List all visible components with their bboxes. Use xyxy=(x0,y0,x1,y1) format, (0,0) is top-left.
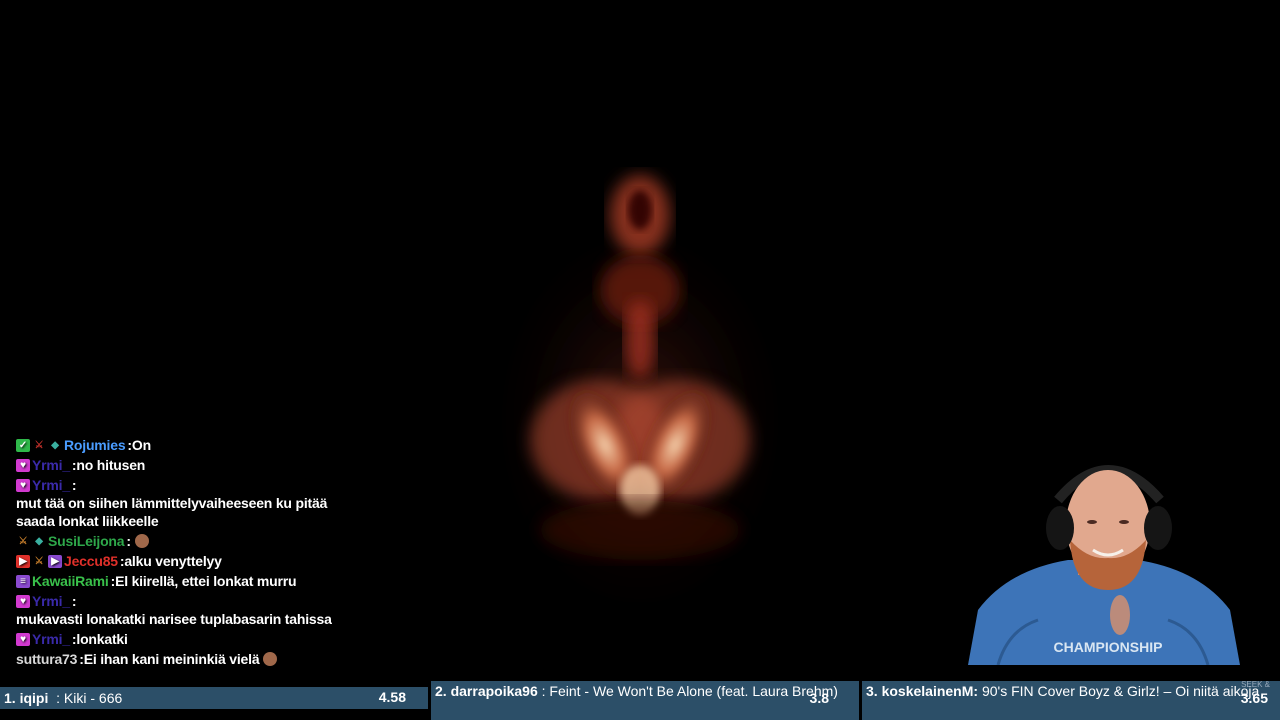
heart-badge-icon: ♥ xyxy=(16,478,30,492)
chat-message: ♥ Yrmi_: mut tää on siihen lämmittelyvaih… xyxy=(16,476,356,530)
chat-text: alku venyttelyy xyxy=(124,553,222,569)
wolf-badge-icon: ⚔ xyxy=(34,555,44,567)
emote-icon xyxy=(263,652,278,666)
chat-message: suttura73: Ei ihan kani meininkiä vielä xyxy=(16,650,356,668)
heart-badge-icon: ♥ xyxy=(16,594,30,608)
wolf-badge-icon: ⚔ xyxy=(18,535,28,547)
chat-message: ▶ ⚔ ▶ Jeccu85: alku venyttelyy xyxy=(16,552,356,570)
chat-username[interactable]: Yrmi_ xyxy=(32,630,70,648)
chat-message: ♥ Yrmi_: lonkatki xyxy=(16,630,356,648)
chat-separator: : xyxy=(71,477,77,493)
chat-username[interactable]: Jeccu85 xyxy=(64,552,118,570)
chat-badges: ♥ xyxy=(16,594,30,608)
chat-separator: : xyxy=(71,593,77,609)
chat-username[interactable]: Yrmi_ xyxy=(32,456,70,474)
chat-text: On xyxy=(131,437,151,453)
sword-badge-icon: ⚔ xyxy=(34,439,44,451)
chat-badges: ✓ ⚔ ◆ xyxy=(16,438,62,452)
queue-rank: 1. xyxy=(4,690,16,706)
chat-message: ♥ Yrmi_: no hitusen xyxy=(16,456,356,474)
queue-song: Feint - We Won't Be Alone (feat. Laura B… xyxy=(549,683,838,699)
video-badge-icon: ▶ xyxy=(16,554,30,568)
chat-overlay: ✓ ⚔ ◆ Rojumies: On ♥ Yrmi_: no hitusen ♥ Yrmi_:… xyxy=(16,436,356,670)
chat-username[interactable]: SusiLeijona xyxy=(48,532,125,550)
chat-separator: : xyxy=(126,533,131,549)
queue-song: 90's FIN Cover Boyz & Girlz! – Oi niitä … xyxy=(981,683,1260,699)
queue-user: iqipi xyxy=(19,690,49,706)
queue-user: darrapoika96 xyxy=(450,683,538,699)
queue-rank: 3. xyxy=(866,683,878,699)
queue-item-1[interactable]: 1. iqipi : Kiki - 666 4.58 xyxy=(0,687,428,709)
chat-badges: ⚔ ◆ xyxy=(16,535,46,548)
chat-message: ♥ Yrmi_: mukavasti lonakatki narisee tupl… xyxy=(16,592,356,628)
chat-text: mut tää on siihen lämmittelyvaiheeseen k… xyxy=(16,495,328,529)
chat-badges: ♥ xyxy=(16,632,30,646)
chat-username[interactable]: Yrmi_ xyxy=(32,476,70,494)
chat-text: Ei ihan kani meininkiä vielä xyxy=(83,651,260,667)
chat-username[interactable]: Yrmi_ xyxy=(32,592,70,610)
purple-badge-icon: ≡ xyxy=(16,574,30,588)
chat-text: mukavasti lonakatki narisee tuplabasarin… xyxy=(16,611,332,627)
chat-message: ✓ ⚔ ◆ Rojumies: On xyxy=(16,436,356,454)
queue-song: Kiki - 666 xyxy=(63,690,123,706)
chat-text: lonkatki xyxy=(76,631,128,647)
gem-badge-icon: ◆ xyxy=(51,439,59,451)
chat-username[interactable]: KawaiiRami xyxy=(32,572,109,590)
prime-badge-icon: ▶ xyxy=(48,554,62,568)
chat-badges: ♥ xyxy=(16,458,30,472)
check-badge-icon: ✓ xyxy=(16,438,30,452)
chat-message: ≡ KawaiiRami: El kiirellä, ettei lonkat m… xyxy=(16,572,356,590)
chat-text: El kiirellä, ettei lonkat murru xyxy=(115,573,297,589)
queue-score: 3.65 xyxy=(1240,690,1268,706)
queue-item-2[interactable]: 2. darrapoika96 : Feint - We Won't Be Al… xyxy=(431,681,859,720)
svg-text:CHAMPIONSHIP: CHAMPIONSHIP xyxy=(1054,639,1163,655)
emote-icon xyxy=(134,534,149,548)
chat-message: ⚔ ◆ SusiLeijona: xyxy=(16,532,356,550)
queue-item-3[interactable]: 3. koskelainenM: 90's FIN Cover Boyz & G… xyxy=(862,681,1280,720)
queue-score: 4.58 xyxy=(378,689,406,705)
chat-badges: ≡ xyxy=(16,574,30,588)
webcam-feed: CHAMPIONSHIP xyxy=(968,440,1240,665)
chat-username[interactable]: Rojumies xyxy=(64,436,126,454)
queue-rank: 2. xyxy=(435,683,447,699)
heart-badge-icon: ♥ xyxy=(16,458,30,472)
heart-badge-icon: ♥ xyxy=(16,632,30,646)
queue-score: 3.8 xyxy=(809,690,829,706)
chat-text: no hitusen xyxy=(76,457,146,473)
chat-badges: ♥ xyxy=(16,478,30,492)
queue-user: koskelainenM: xyxy=(881,683,979,699)
seek-label: SEEK & xyxy=(1241,680,1270,689)
gem-badge-icon: ◆ xyxy=(35,535,43,547)
chat-username[interactable]: suttura73 xyxy=(16,650,77,668)
song-queue-bar: 1. iqipi : Kiki - 666 4.58 2. darrapoika… xyxy=(0,681,1280,720)
chat-badges: ▶ ⚔ ▶ xyxy=(16,554,62,568)
